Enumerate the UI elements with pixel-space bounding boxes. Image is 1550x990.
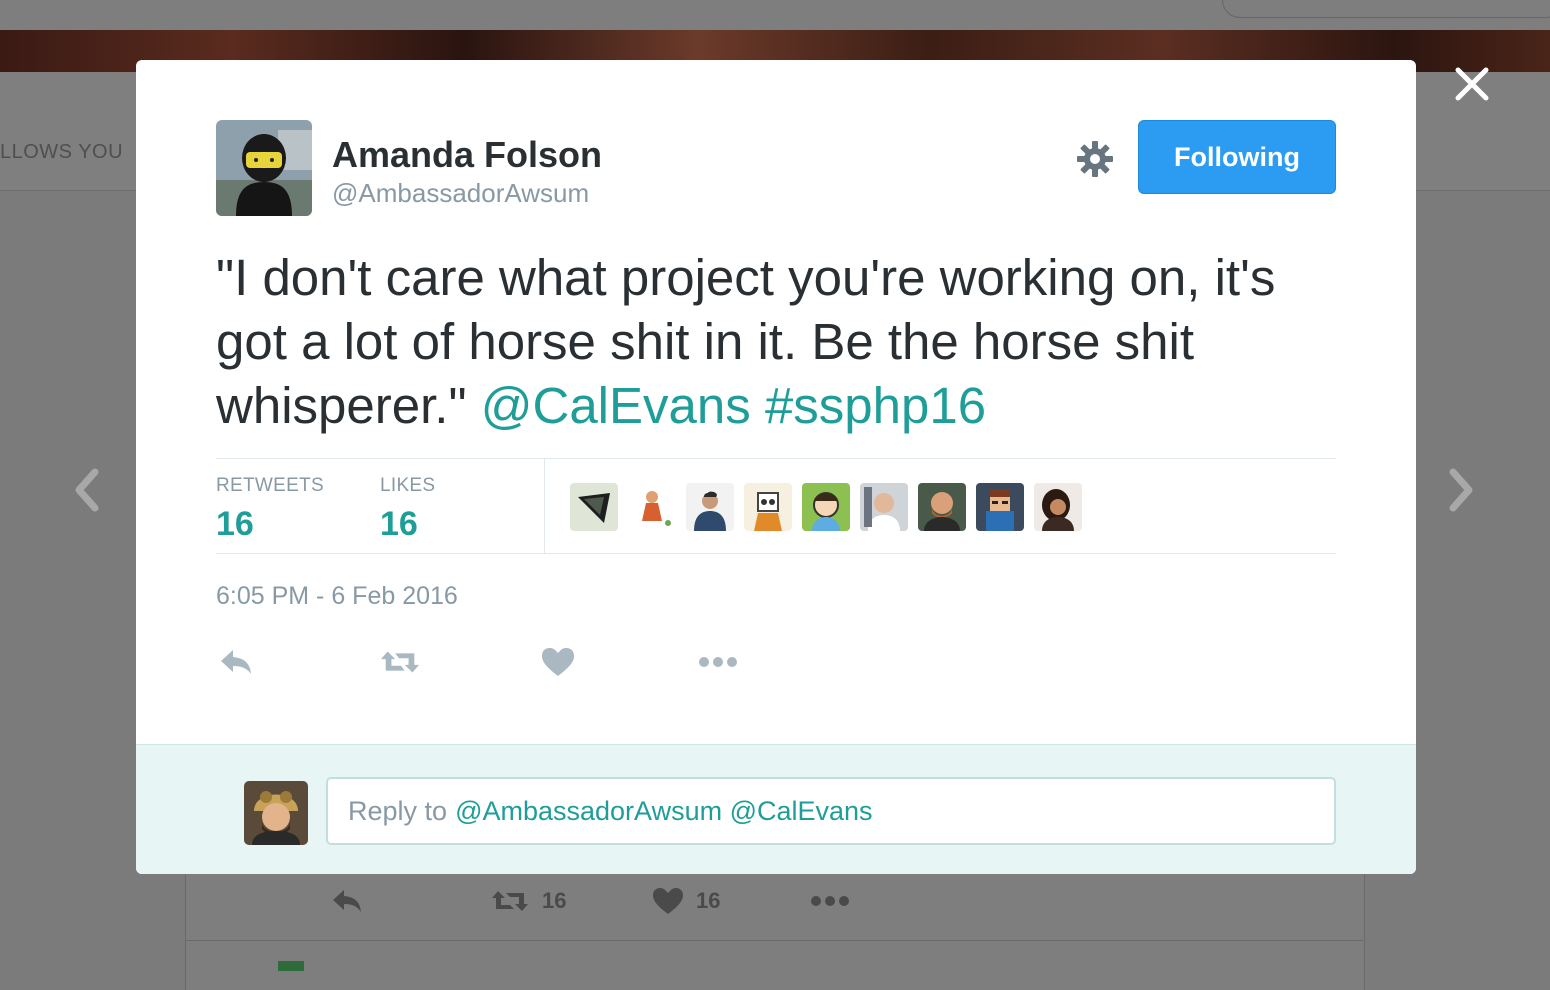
liker-avatar[interactable] [570,483,618,531]
reply-icon[interactable] [216,644,256,680]
author-avatar[interactable] [216,120,312,216]
current-user-avatar [244,781,308,845]
stats-divider [544,459,545,553]
following-button[interactable]: Following [1138,120,1336,194]
liker-avatar[interactable] [802,483,850,531]
tweet-stats: RETWEETS 16 LIKES 16 [216,458,1336,554]
liker-avatar[interactable] [744,483,792,531]
reply-composer: Reply to @AmbassadorAwsum @CalEvans [136,744,1416,874]
likes-label: LIKES [380,475,436,496]
retweets-count: 16 [216,505,254,543]
tweet-modal: Amanda Folson @AmbassadorAwsum Following… [136,60,1416,874]
background-more-icon [810,895,850,907]
reply-input[interactable]: Reply to @AmbassadorAwsum @CalEvans [326,777,1336,845]
retweet-icon[interactable] [380,644,420,680]
background-reply-icon [330,887,364,915]
likes-stat[interactable]: LIKES 16 [380,475,435,544]
liker-avatars [570,483,1082,531]
background-like-count: 16 [696,888,721,913]
liker-avatar[interactable] [1034,483,1082,531]
retweets-stat[interactable]: RETWEETS 16 [216,475,324,544]
background-retweet-indicator [278,961,304,971]
chevron-right-icon [1449,468,1473,512]
tweet-hashtag-link[interactable]: #ssphp16 [765,377,986,434]
liker-avatar[interactable] [976,483,1024,531]
previous-tweet-button[interactable] [66,462,106,518]
background-retweet: 16 [490,887,566,915]
next-tweet-button[interactable] [1442,462,1482,518]
retweets-label: RETWEETS [216,475,324,496]
liker-avatar[interactable] [860,483,908,531]
reply-placeholder: Reply to [348,795,448,826]
background-retweet-count: 16 [542,888,567,913]
liker-avatar[interactable] [628,483,676,531]
author-name[interactable]: Amanda Folson [332,134,602,176]
liker-avatar[interactable] [686,483,734,531]
more-icon[interactable] [698,644,738,680]
background-divider [185,940,1363,941]
tweet-text: "I don't care what project you're workin… [216,246,1336,438]
liker-avatar[interactable] [918,483,966,531]
close-icon [1455,67,1489,101]
close-modal-button[interactable] [1450,62,1494,106]
likes-count: 16 [380,505,418,543]
background-like: 16 [652,887,720,915]
heart-icon[interactable] [538,644,578,680]
chevron-left-icon [75,468,99,512]
tweet-mention-link[interactable]: @CalEvans [481,377,751,434]
background-search-field [1222,0,1550,18]
background-follows-you-label: LLOWS YOU [0,141,124,163]
reply-mentions: @AmbassadorAwsum @CalEvans [455,795,873,826]
gear-icon[interactable] [1074,138,1116,180]
author-handle[interactable]: @AmbassadorAwsum [332,178,589,209]
tweet-timestamp[interactable]: 6:05 PM - 6 Feb 2016 [216,582,458,611]
